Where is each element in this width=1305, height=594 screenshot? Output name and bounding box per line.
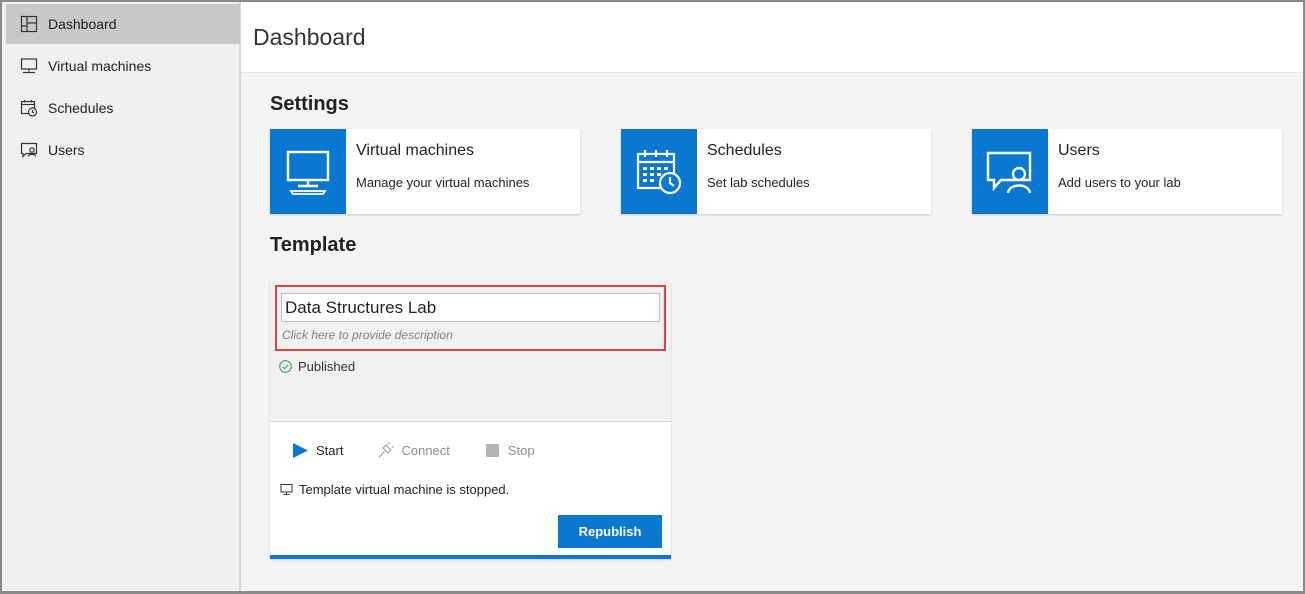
app-window: Dashboard Virtual machines Schedules Use… [0,0,1305,594]
dashboard-icon [20,15,38,33]
card-icon-container [270,129,346,214]
connect-button[interactable]: Connect [365,442,450,459]
monitor-icon [286,150,330,195]
template-actions-area: Start Connect Stop Template virtual mach… [270,422,671,555]
republish-button[interactable]: Republish [558,515,662,548]
schedules-card[interactable]: Schedules Set lab schedules [621,129,931,214]
sidebar-item-users[interactable]: Users [6,130,240,170]
template-card: Click here to provide description Publis… [270,282,671,559]
calendar-clock-icon [20,100,38,117]
stop-icon [485,444,499,457]
page-title: Dashboard [253,23,366,50]
dashboard-content: Settings Virtual machines Manage your vi [241,73,1303,591]
stop-label: Stop [507,443,535,458]
sidebar: Dashboard Virtual machines Schedules Use… [2,2,241,591]
play-icon [293,443,308,458]
publish-status: Published [275,359,666,374]
monitor-icon [20,58,38,74]
check-circle-icon [279,360,292,373]
card-text: Virtual machines Manage your virtual mac… [346,129,539,214]
card-title: Schedules [707,142,782,159]
users-icon [20,142,38,158]
vm-actions: Start Connect Stop [280,442,661,459]
sidebar-item-dashboard[interactable]: Dashboard [6,4,240,44]
sidebar-item-label: Virtual machines [48,58,152,74]
card-text: Schedules Set lab schedules [697,129,820,214]
sidebar-item-virtual-machines[interactable]: Virtual machines [6,46,240,86]
stop-button[interactable]: Stop [472,442,535,459]
card-icon-container [972,129,1048,214]
sidebar-item-schedules[interactable]: Schedules [6,88,240,128]
vm-status: Template virtual machine is stopped. [280,482,661,497]
page-header: Dashboard [241,2,1303,73]
name-description-highlight: Click here to provide description [275,285,666,351]
publish-status-label: Published [298,359,356,374]
card-icon-container [621,129,697,214]
connect-label: Connect [401,443,450,458]
card-text: Users Add users to your lab [1048,129,1191,214]
start-label: Start [316,443,344,458]
card-description: Set lab schedules [707,175,810,190]
template-header: Click here to provide description Publis… [270,282,671,422]
template-description-field[interactable]: Click here to provide description [281,328,660,342]
card-title: Virtual machines [356,142,474,159]
virtual-machines-card[interactable]: Virtual machines Manage your virtual mac… [270,129,580,214]
template-section-title: Template [270,234,357,256]
start-button[interactable]: Start [280,442,343,459]
calendar-clock-icon [636,149,682,194]
users-card[interactable]: Users Add users to your lab [972,129,1282,214]
plug-icon [379,442,395,458]
card-description: Add users to your lab [1058,175,1181,190]
monitor-icon [280,484,293,495]
sidebar-item-label: Dashboard [48,16,117,32]
sidebar-item-label: Users [48,142,85,158]
template-name-input[interactable] [281,293,660,322]
sidebar-item-label: Schedules [48,100,114,116]
vm-status-text: Template virtual machine is stopped. [299,482,510,497]
card-title: Users [1058,142,1100,159]
settings-section-title: Settings [270,93,349,115]
users-icon [986,151,1032,193]
main-area: Dashboard Settings Virtual machines Mana… [241,2,1303,591]
settings-cards: Virtual machines Manage your virtual mac… [270,129,1282,214]
card-description: Manage your virtual machines [356,175,530,190]
